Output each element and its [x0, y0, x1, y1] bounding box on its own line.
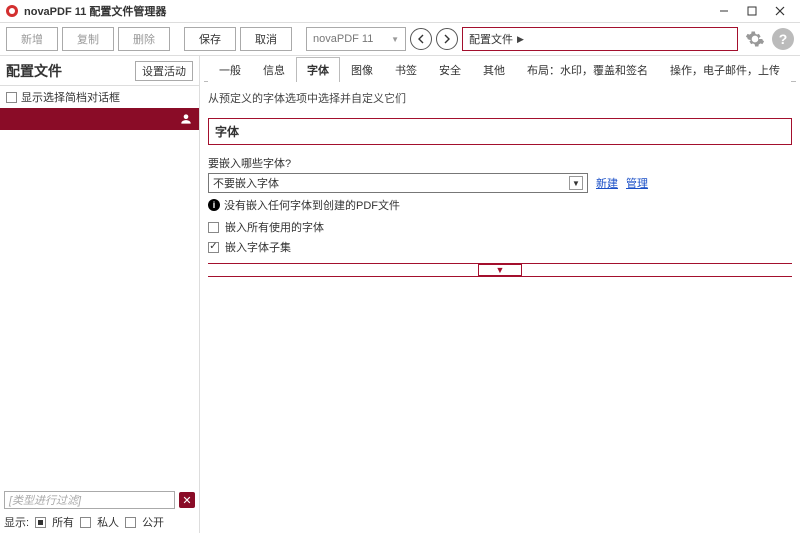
- collapse-toggle[interactable]: ▼: [208, 263, 792, 277]
- tab-info[interactable]: 信息: [252, 57, 296, 82]
- show-simple-dialog-row[interactable]: 显示选择简档对话框: [0, 86, 199, 108]
- show-private-checkbox[interactable]: [80, 517, 91, 528]
- tab-strip: 一般 信息 字体 图像 书签 安全 其他 布局：水印，覆盖和签名 操作，电子邮件…: [204, 56, 796, 82]
- embed-subset-checkbox[interactable]: [208, 242, 219, 253]
- tab-layout[interactable]: 布局：水印，覆盖和签名: [516, 57, 659, 82]
- tab-image[interactable]: 图像: [340, 57, 384, 82]
- info-text: 没有嵌入任何字体到创建的PDF文件: [224, 197, 400, 213]
- filter-input[interactable]: [类型进行过滤]: [4, 491, 175, 509]
- embed-fonts-label: 要嵌入哪些字体?: [204, 149, 796, 173]
- link-new[interactable]: 新建: [596, 175, 618, 191]
- embed-all-checkbox[interactable]: [208, 222, 219, 233]
- show-all-label: 所有: [52, 514, 74, 530]
- nav-back-button[interactable]: [410, 28, 432, 50]
- tab-fonts[interactable]: 字体: [296, 57, 340, 82]
- sidebar: 配置文件 设置活动 显示选择简档对话框 [类型进行过滤] ✕ 显示: 所有 私人…: [0, 56, 200, 533]
- show-public-label: 公开: [142, 514, 164, 530]
- settings-button[interactable]: [742, 26, 768, 52]
- save-button[interactable]: 保存: [184, 27, 236, 51]
- show-public-checkbox[interactable]: [125, 517, 136, 528]
- maximize-button[interactable]: [738, 1, 766, 21]
- show-simple-dialog-label: 显示选择简档对话框: [21, 89, 120, 105]
- profile-user-strip[interactable]: [0, 108, 199, 130]
- copy-button[interactable]: 复制: [62, 27, 114, 51]
- sidebar-title: 配置文件: [6, 61, 62, 81]
- chevron-down-icon: ▼: [391, 35, 399, 44]
- link-manage[interactable]: 管理: [626, 175, 648, 191]
- breadcrumb-arrow-icon: ▶: [517, 34, 524, 45]
- tab-general[interactable]: 一般: [208, 57, 252, 82]
- embed-all-label: 嵌入所有使用的字体: [225, 219, 324, 235]
- show-all-checkbox[interactable]: [35, 517, 46, 528]
- embed-subset-row[interactable]: 嵌入字体子集: [204, 237, 796, 257]
- clear-filter-button[interactable]: ✕: [179, 492, 195, 508]
- set-active-button[interactable]: 设置活动: [135, 61, 193, 81]
- chevron-down-icon: ▼: [569, 176, 583, 190]
- tab-security[interactable]: 安全: [428, 57, 472, 82]
- tab-bookmarks[interactable]: 书签: [384, 57, 428, 82]
- new-button[interactable]: 新增: [6, 27, 58, 51]
- show-row: 显示: 所有 私人 公开: [0, 511, 199, 533]
- embed-all-row[interactable]: 嵌入所有使用的字体: [204, 217, 796, 237]
- close-button[interactable]: [766, 1, 794, 21]
- embed-fonts-dropdown[interactable]: 不要嵌入字体 ▼: [208, 173, 588, 193]
- toolbar: 新增 复制 删除 保存 取消 novaPDF 11 ▼ 配置文件 ▶ ?: [0, 22, 800, 56]
- app-icon: [6, 5, 18, 17]
- breadcrumb-text: 配置文件: [469, 31, 513, 47]
- show-simple-dialog-checkbox[interactable]: [6, 92, 17, 103]
- person-icon: [179, 112, 193, 126]
- info-row: i 没有嵌入任何字体到创建的PDF文件: [204, 193, 796, 217]
- filter-row: [类型进行过滤] ✕: [0, 489, 199, 511]
- tab-description: 从预定义的字体选项中选择并自定义它们: [204, 82, 796, 114]
- show-private-label: 私人: [97, 514, 119, 530]
- minimize-button[interactable]: [710, 1, 738, 21]
- info-icon: i: [208, 199, 220, 211]
- cancel-button[interactable]: 取消: [240, 27, 292, 51]
- window-title: novaPDF 11 配置文件管理器: [24, 3, 166, 19]
- section-fonts-title: 字体: [208, 118, 792, 145]
- printer-select[interactable]: novaPDF 11 ▼: [306, 27, 406, 51]
- embed-fonts-value: 不要嵌入字体: [213, 175, 279, 191]
- breadcrumb-box[interactable]: 配置文件 ▶: [462, 27, 738, 51]
- title-bar: novaPDF 11 配置文件管理器: [0, 0, 800, 22]
- tab-actions[interactable]: 操作，电子邮件，上传: [659, 57, 791, 82]
- help-button[interactable]: ?: [772, 28, 794, 50]
- sidebar-header: 配置文件 设置活动: [0, 56, 199, 86]
- show-label: 显示:: [4, 514, 29, 530]
- embed-subset-label: 嵌入字体子集: [225, 239, 291, 255]
- nav-forward-button[interactable]: [436, 28, 458, 50]
- main-pane: 一般 信息 字体 图像 书签 安全 其他 布局：水印，覆盖和签名 操作，电子邮件…: [200, 56, 800, 533]
- delete-button[interactable]: 删除: [118, 27, 170, 51]
- chevron-down-icon: ▼: [478, 264, 522, 276]
- printer-select-value: novaPDF 11: [313, 33, 373, 45]
- tab-other[interactable]: 其他: [472, 57, 516, 82]
